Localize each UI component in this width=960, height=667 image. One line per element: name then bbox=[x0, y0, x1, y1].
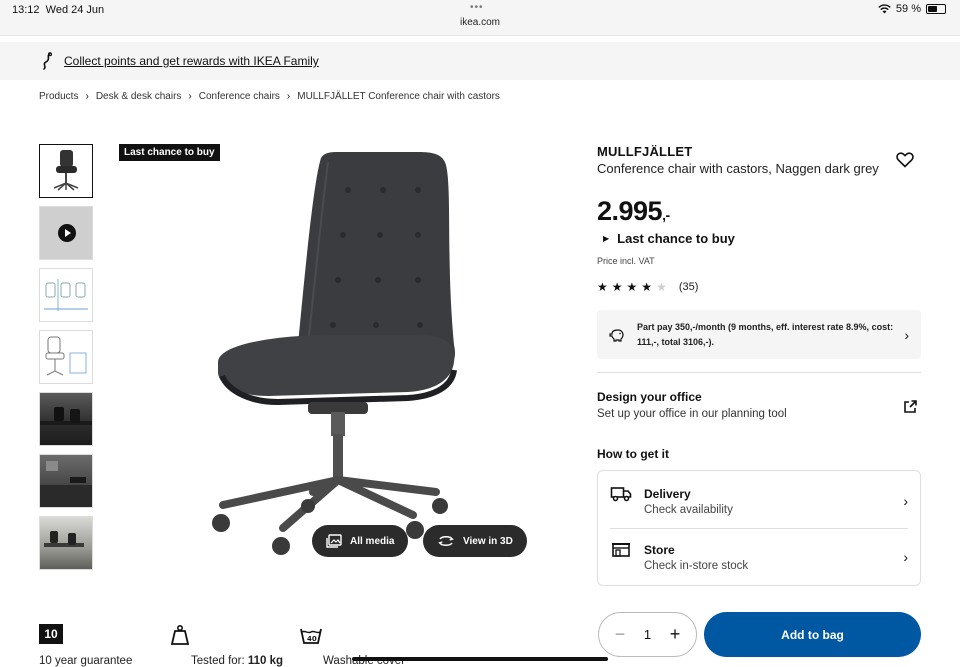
part-pay-banner[interactable]: Part pay 350,-/month (9 months, eff. int… bbox=[597, 310, 921, 359]
price-suffix: ,- bbox=[662, 207, 670, 223]
battery-percent: 59 % bbox=[895, 3, 921, 15]
review-count[interactable]: (35) bbox=[679, 281, 699, 293]
product-price: 2.995,- bbox=[597, 196, 670, 226]
heart-icon[interactable] bbox=[896, 152, 914, 168]
availability-status: ▶ Last chance to buy bbox=[603, 231, 735, 246]
delivery-subtitle: Check availability bbox=[644, 503, 733, 516]
thumbnail-list bbox=[39, 144, 93, 578]
star-icon: ★ bbox=[626, 280, 638, 294]
chevron-right-icon: › bbox=[904, 326, 909, 343]
view-3d-label: View in 3D bbox=[463, 535, 513, 547]
fulfillment-options: Delivery Check availability › Store Chec… bbox=[597, 470, 921, 586]
family-banner[interactable]: Collect points and get rewards with IKEA… bbox=[0, 42, 960, 80]
delivery-option[interactable]: Delivery Check availability › bbox=[610, 473, 908, 529]
chevron-right-icon: › bbox=[188, 91, 192, 102]
quantity-stepper[interactable]: − 1 + bbox=[598, 612, 697, 657]
weight-label: Tested for: 110 kg bbox=[191, 655, 284, 667]
thumbnail-video[interactable] bbox=[39, 206, 93, 260]
main-product-image[interactable] bbox=[118, 140, 548, 570]
wifi-icon bbox=[878, 4, 891, 14]
product-name: MULLFJÄLLET bbox=[597, 144, 693, 159]
all-media-label: All media bbox=[350, 535, 395, 547]
chevron-right-icon: › bbox=[903, 549, 908, 565]
status-right: 59 % bbox=[878, 3, 946, 15]
address-bar[interactable]: ikea.com bbox=[0, 17, 960, 28]
guarantee-label: 10 year guarantee bbox=[39, 655, 133, 667]
design-office-subtitle[interactable]: Set up your office in our planning tool bbox=[597, 408, 787, 420]
store-option[interactable]: Store Check in-store stock › bbox=[610, 529, 908, 585]
star-icon: ★ bbox=[597, 280, 608, 294]
star-icon: ★ bbox=[611, 280, 623, 294]
store-title: Store bbox=[644, 542, 675, 557]
thumbnail-room[interactable] bbox=[39, 392, 93, 446]
decrease-quantity-button[interactable]: − bbox=[613, 624, 627, 645]
add-to-bag-label: Add to bag bbox=[781, 627, 844, 642]
last-chance-tag: Last chance to buy bbox=[119, 144, 220, 161]
home-indicator[interactable] bbox=[352, 657, 608, 661]
triangle-right-icon: ▶ bbox=[603, 234, 610, 243]
thumbnail-room[interactable] bbox=[39, 454, 93, 508]
quantity-value: 1 bbox=[643, 627, 652, 642]
battery-icon bbox=[926, 4, 946, 14]
feature-guarantee: 10 10 year guarantee bbox=[39, 624, 132, 667]
design-office-title[interactable]: Design your office bbox=[597, 390, 702, 404]
breadcrumb: Products › Desk & desk chairs › Conferen… bbox=[39, 91, 500, 102]
breadcrumb-products[interactable]: Products bbox=[39, 91, 78, 102]
feature-washable: 40 Washable cover bbox=[299, 624, 405, 667]
rating[interactable]: ★ ★ ★ ★ ★ (35) bbox=[597, 281, 698, 293]
star-icon: ★ bbox=[641, 280, 653, 294]
view-3d-button[interactable]: View in 3D bbox=[423, 525, 527, 557]
external-link-icon[interactable] bbox=[902, 399, 918, 415]
store-icon bbox=[612, 543, 630, 557]
status-bar: 13:12 Wed 24 Jun ••• ikea.com 59 % bbox=[0, 0, 960, 36]
thumbnail-dimensions[interactable] bbox=[39, 268, 93, 322]
delivery-title: Delivery bbox=[644, 486, 691, 501]
chair-image bbox=[212, 152, 457, 555]
chair-icon bbox=[53, 150, 79, 191]
family-tag-icon bbox=[43, 52, 53, 70]
add-to-bag-button[interactable]: Add to bag bbox=[704, 612, 921, 657]
breadcrumb-current[interactable]: MULLFJÄLLET Conference chair with castor… bbox=[297, 91, 500, 102]
tab-dots-icon[interactable]: ••• bbox=[470, 2, 484, 13]
thumbnail-product[interactable] bbox=[39, 144, 93, 198]
svg-text:40: 40 bbox=[307, 635, 317, 643]
truck-icon bbox=[610, 487, 632, 502]
status-time: 13:12 Wed 24 Jun bbox=[12, 4, 105, 16]
store-subtitle: Check in-store stock bbox=[644, 559, 749, 572]
breadcrumb-conference-chairs[interactable]: Conference chairs bbox=[199, 91, 280, 102]
all-media-button[interactable]: All media bbox=[312, 525, 409, 557]
chevron-right-icon: › bbox=[903, 493, 908, 509]
play-icon bbox=[58, 224, 76, 242]
media-icon bbox=[326, 534, 342, 548]
increase-quantity-button[interactable]: + bbox=[668, 624, 682, 645]
chevron-right-icon: › bbox=[85, 91, 89, 102]
family-banner-link[interactable]: Collect points and get rewards with IKEA… bbox=[64, 54, 319, 68]
product-description: Conference chair with castors, Naggen da… bbox=[597, 161, 879, 176]
dimension-drawing-icon bbox=[44, 279, 88, 311]
washable-icon: 40 bbox=[300, 628, 322, 644]
vat-note: Price incl. VAT bbox=[597, 256, 655, 266]
breadcrumb-desk-chairs[interactable]: Desk & desk chairs bbox=[96, 91, 182, 102]
guarantee-10-icon: 10 bbox=[39, 624, 63, 644]
piggy-bank-icon bbox=[609, 328, 624, 342]
divider bbox=[597, 372, 921, 373]
weight-icon bbox=[170, 624, 190, 645]
star-icon: ★ bbox=[656, 280, 667, 294]
how-to-get-it-heading: How to get it bbox=[597, 447, 669, 461]
chevron-right-icon: › bbox=[286, 91, 291, 102]
thumbnail-room[interactable] bbox=[39, 516, 93, 570]
rotate-3d-icon bbox=[438, 536, 454, 546]
dimension-drawing-icon bbox=[45, 336, 87, 376]
part-pay-text: Part pay 350,-/month (9 months, eff. int… bbox=[637, 321, 894, 347]
feature-weight: Tested for: 110 kg bbox=[169, 624, 283, 667]
thumbnail-dimensions[interactable] bbox=[39, 330, 93, 384]
